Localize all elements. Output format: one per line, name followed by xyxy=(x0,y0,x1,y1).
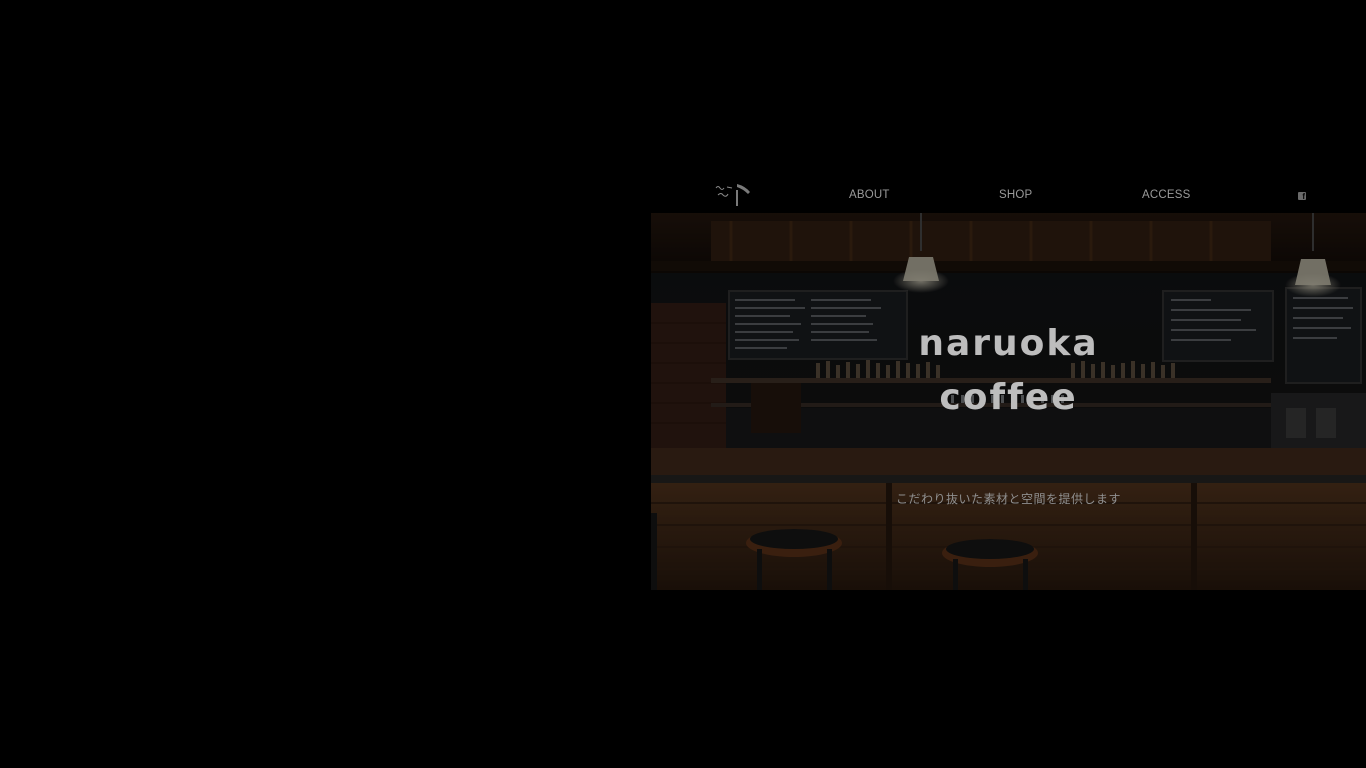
hero-title-line2: coffee xyxy=(939,377,1078,418)
nav-about-link[interactable]: ABOUT xyxy=(849,189,890,201)
facebook-icon[interactable]: f xyxy=(1298,192,1306,201)
nav-access-link[interactable]: ACCESS xyxy=(1142,189,1191,201)
hero-title-line1: naruoka xyxy=(918,323,1099,364)
logo-icon[interactable] xyxy=(713,182,753,208)
site-frame: ABOUT SHOP ACCESS f naruoka coffee こだわり抜… xyxy=(651,178,1366,590)
top-navigation: ABOUT SHOP ACCESS f xyxy=(651,178,1366,213)
page-viewport: ABOUT SHOP ACCESS f naruoka coffee こだわり抜… xyxy=(0,0,1366,768)
nav-shop-link[interactable]: SHOP xyxy=(999,189,1032,201)
hero-tagline: こだわり抜いた素材と空間を提供します xyxy=(895,492,1121,506)
hero-banner: naruoka coffee こだわり抜いた素材と空間を提供します xyxy=(651,213,1366,590)
